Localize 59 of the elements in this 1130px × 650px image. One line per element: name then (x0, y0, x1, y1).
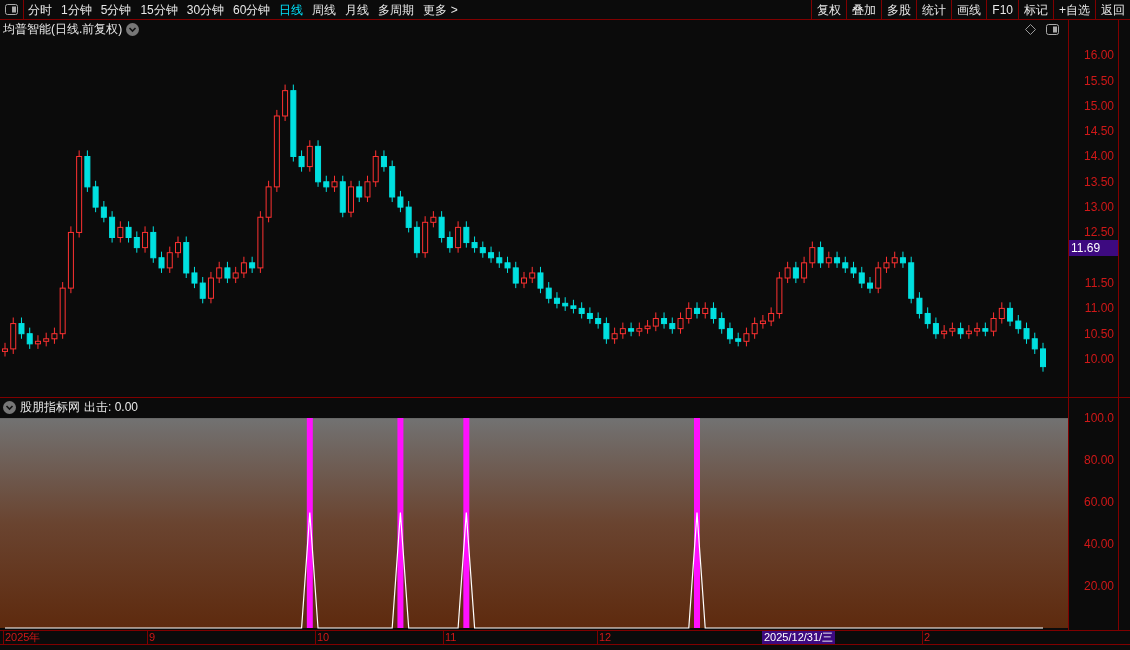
price-axis-label: 16.00 (1083, 48, 1114, 63)
price-axis-label: 15.50 (1083, 73, 1114, 88)
toolbar-button[interactable]: 返回 (1095, 0, 1130, 19)
period-tab[interactable]: 分时 (28, 0, 52, 19)
price-axis-label: 11.50 (1084, 276, 1114, 291)
price-axis-label: 15.00 (1083, 98, 1114, 113)
indicator-axis-label: 20.00 (1083, 579, 1114, 593)
period-tab[interactable]: 1分钟 (61, 0, 92, 19)
period-tab[interactable]: 月线 (345, 0, 370, 19)
candlestick (694, 301, 700, 319)
date-axis-label: 11 (443, 631, 457, 644)
price-axis-label: 14.00 (1083, 149, 1114, 164)
period-tab[interactable]: 5分钟 (100, 0, 132, 19)
candlestick (348, 180, 354, 218)
price-axis-label: 10.00 (1083, 352, 1114, 366)
date-axis-label: 12 (597, 631, 612, 644)
toolbar-button[interactable]: 多股 (881, 0, 917, 19)
toolbar-button[interactable]: 画线 (951, 0, 987, 19)
period-tab[interactable]: 周线 (312, 0, 337, 19)
panel-toggle-icon[interactable] (1046, 23, 1059, 35)
chevron-down-icon[interactable] (126, 22, 140, 36)
date-axis-label: 2 (922, 631, 931, 644)
indicator-axis-label: 100.0 (1083, 411, 1114, 426)
period-tab[interactable]: 日线 (279, 0, 304, 19)
price-axis-label: 14.50 (1083, 124, 1114, 139)
panel-toggle-icon[interactable] (5, 4, 18, 15)
period-tab[interactable]: 60分钟 (233, 0, 271, 19)
indicator-axis-label: 40.00 (1083, 537, 1114, 552)
price-cursor-label: 11.69 (1069, 240, 1118, 256)
indicator-name: 股朋指标网 (20, 399, 80, 416)
price-axis-label: 13.00 (1083, 200, 1114, 215)
candlestick (867, 276, 873, 294)
chevron-down-icon[interactable] (3, 400, 16, 414)
indicator-axis-label: 60.00 (1083, 495, 1114, 510)
date-cursor-label: 2025/12/31/三 (762, 631, 836, 644)
candlestick (175, 236, 181, 259)
toolbar-button[interactable]: 叠加 (846, 0, 882, 19)
date-axis-label: 2025年 (3, 631, 41, 644)
toolbar-button[interactable]: 复权 (811, 0, 847, 19)
period-tab[interactable]: 15分钟 (140, 0, 178, 19)
price-axis-label: 11.00 (1084, 301, 1114, 316)
toolbar-button[interactable]: +自选 (1053, 0, 1095, 19)
candlestick (521, 271, 527, 289)
stock-title: 均普智能(日线.前复权) (3, 21, 123, 38)
period-tab[interactable]: 更多 > (423, 0, 458, 19)
indicator-axis-label: 80.00 (1083, 453, 1114, 468)
period-tab[interactable]: 30分钟 (186, 0, 225, 19)
period-tab[interactable]: 多周期 (378, 0, 415, 19)
price-axis-label: 10.50 (1083, 326, 1114, 341)
toolbar-button[interactable]: 标记 (1018, 0, 1053, 19)
indicator-reading: 出击: 0.00 (84, 399, 139, 416)
date-axis-label: 10 (315, 631, 330, 644)
price-axis-label: 13.50 (1083, 174, 1114, 189)
toolbar-button[interactable]: F10 (986, 0, 1018, 19)
diamond-icon[interactable] (1025, 23, 1036, 35)
candlestick (1040, 342, 1046, 373)
price-axis-label: 12.50 (1083, 225, 1114, 240)
toolbar-button[interactable]: 统计 (916, 0, 952, 19)
date-axis-label: 9 (147, 631, 156, 644)
